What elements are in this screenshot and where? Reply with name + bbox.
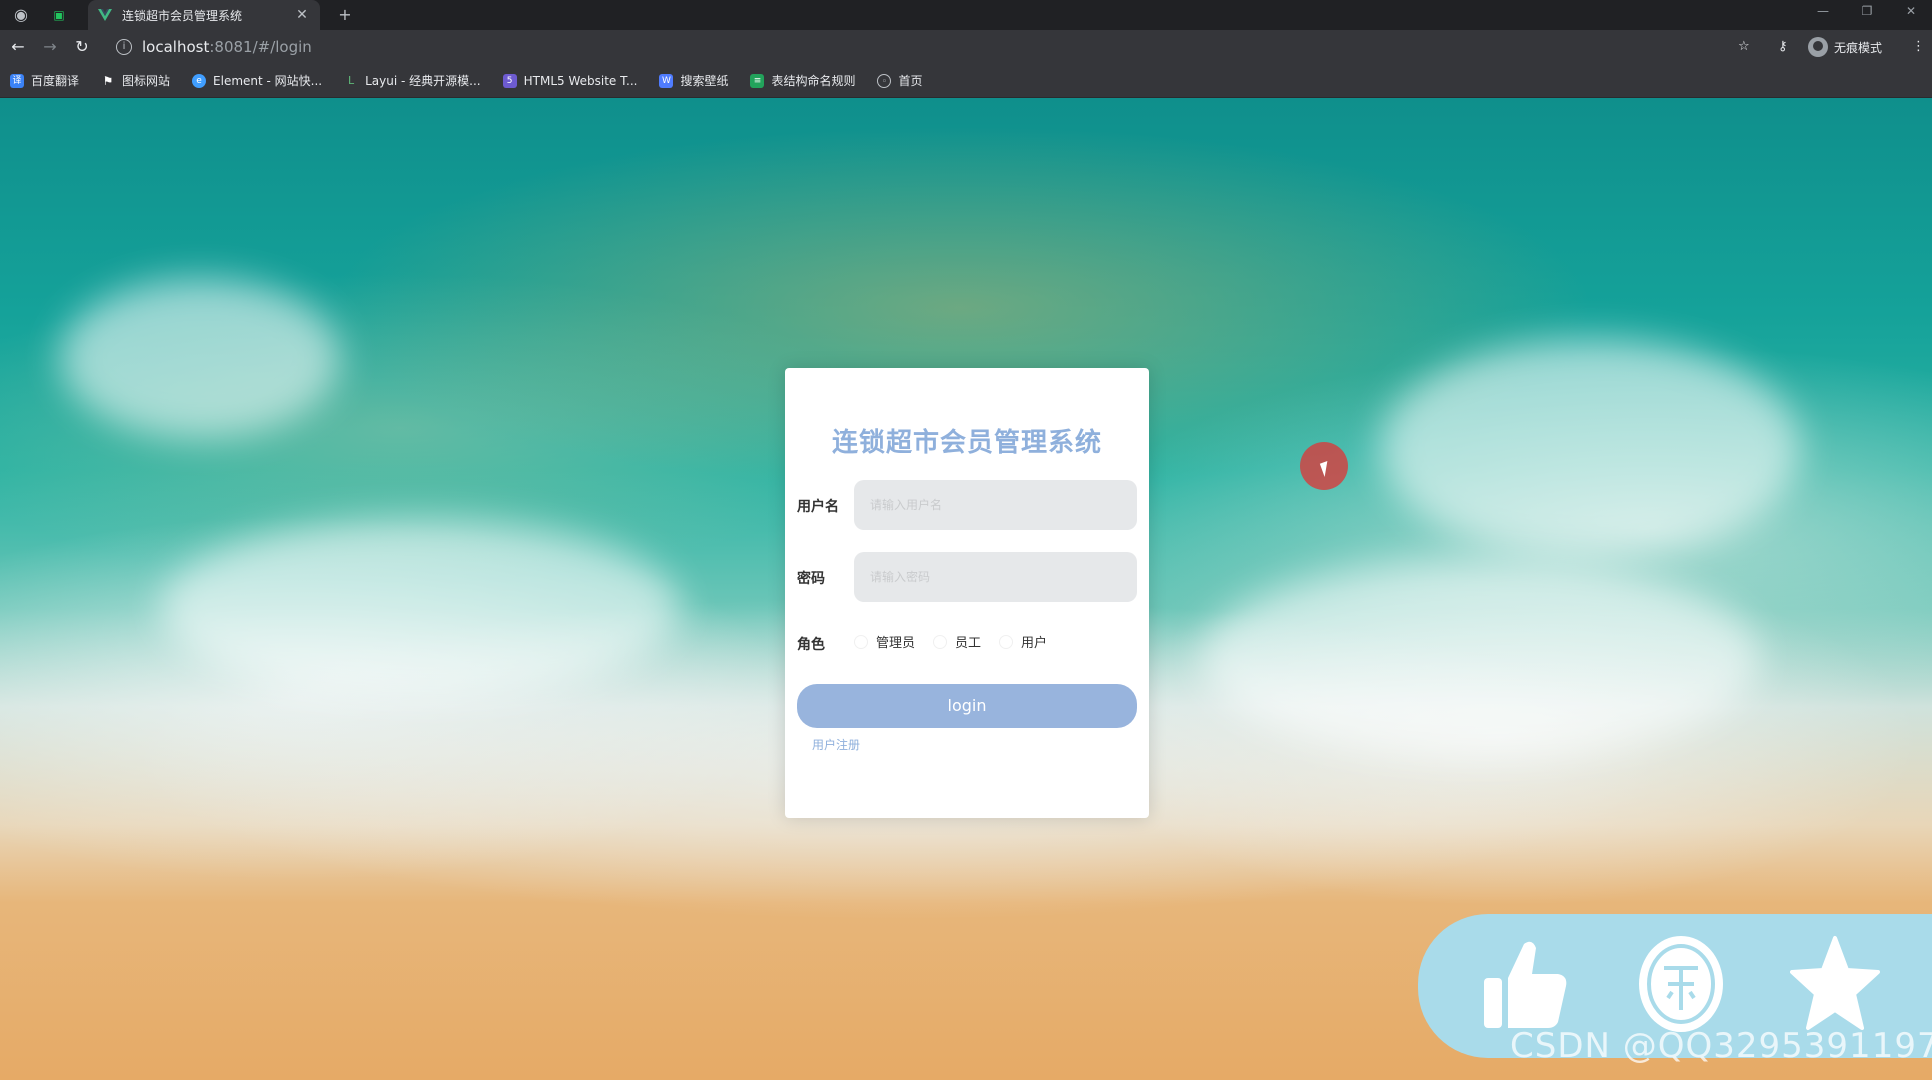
key-icon[interactable]: ⚷	[1778, 37, 1788, 57]
translate-icon: 译	[10, 73, 24, 88]
bookmark-label: Element - 网站快...	[213, 74, 323, 88]
bookmark-label: 百度翻译	[31, 74, 80, 88]
flag-icon: ⚑	[102, 73, 114, 88]
background-foam	[1380, 338, 1800, 558]
login-card: 连锁超市会员管理系统 用户名 密码 角色 管理员 员工 用户 login 用户注…	[785, 368, 1149, 818]
globe-icon: ◦	[877, 73, 892, 88]
browser-toolbar: ← → ↻ i localhost :8081/#/login ☆ ⚷ 无痕模式…	[0, 30, 1932, 64]
url-path: :8081/#/login	[209, 38, 312, 56]
bookmark-label: 首页	[898, 74, 923, 88]
register-link[interactable]: 用户注册	[812, 736, 860, 753]
tab-active[interactable]: 连锁超市会员管理系统 ✕	[88, 0, 320, 30]
background-foam	[60, 278, 340, 438]
forward-icon[interactable]: →	[40, 37, 60, 57]
radio-label: 用户	[1021, 636, 1048, 651]
minimize-icon[interactable]: —	[1808, 0, 1838, 30]
address-bar[interactable]: i localhost :8081/#/login	[108, 34, 1768, 60]
element-icon: e	[192, 73, 207, 88]
password-input[interactable]	[854, 552, 1137, 602]
coin-icon[interactable]	[1636, 934, 1726, 1034]
bookmark-item[interactable]: e Element - 网站快...	[192, 72, 322, 89]
star-icon[interactable]	[1790, 934, 1880, 1034]
bookmark-label: HTML5 Website T...	[523, 73, 638, 88]
background-foam	[160, 518, 680, 698]
role-radio-admin[interactable]: 管理员	[854, 632, 915, 651]
bookmark-label: 表结构命名规则	[771, 74, 856, 88]
site-info-icon[interactable]: i	[116, 39, 132, 55]
close-tab-icon[interactable]: ✕	[294, 7, 310, 23]
radio-circle[interactable]	[933, 634, 948, 649]
sheet-icon: ≡	[750, 73, 765, 88]
incognito-icon	[1808, 37, 1828, 57]
more-menu-icon[interactable]: ⋮	[1912, 37, 1925, 57]
incognito-profile[interactable]: 无痕模式	[1808, 37, 1882, 57]
role-radio-group: 管理员 员工 用户	[854, 632, 1065, 651]
bookmark-star-icon[interactable]: ☆	[1738, 37, 1750, 57]
thumbs-up-icon[interactable]	[1480, 934, 1570, 1034]
back-icon[interactable]: ←	[8, 37, 28, 57]
username-input[interactable]	[854, 480, 1137, 530]
role-radio-user[interactable]: 用户	[999, 632, 1047, 651]
bookmark-label: Layui - 经典开源模...	[365, 74, 481, 88]
bookmark-item[interactable]: 5 HTML5 Website T...	[502, 73, 638, 88]
close-window-icon[interactable]: ✕	[1896, 0, 1926, 30]
radio-label: 员工	[955, 636, 982, 651]
role-radio-staff[interactable]: 员工	[933, 632, 981, 651]
bookmark-item[interactable]: W 搜索壁纸	[659, 72, 728, 89]
background-foam	[1200, 558, 1760, 758]
login-button[interactable]: login	[797, 684, 1137, 728]
html5-icon: 5	[502, 73, 517, 88]
wallpaper-icon: W	[659, 73, 674, 88]
radio-circle[interactable]	[854, 634, 868, 649]
tab-strip: ◉ ▣ 连锁超市会员管理系统 ✕ + — ❐ ✕	[0, 0, 1932, 30]
vue-icon	[98, 8, 112, 22]
username-label: 用户名	[797, 499, 839, 515]
browser-menu-icon[interactable]: ◉	[12, 6, 30, 24]
password-label: 密码	[797, 571, 825, 587]
bookmark-item[interactable]: ⚑ 图标网站	[101, 72, 170, 89]
bookmarks-bar: 译百度翻译 ⚑ 图标网站 e Element - 网站快... L Layui - 经…	[0, 64, 1932, 98]
radio-circle[interactable]	[999, 634, 1014, 649]
bookmark-item[interactable]: 译百度翻译	[10, 72, 79, 89]
bookmark-label: 搜索壁纸	[680, 74, 729, 88]
page-title: 连锁超市会员管理系统	[831, 428, 1102, 458]
radio-label: 管理员	[876, 636, 916, 651]
role-label: 角色	[797, 637, 825, 653]
csdn-watermark: CSDN @QQ3295391197	[1510, 1026, 1932, 1066]
profile-label: 无痕模式	[1834, 40, 1883, 55]
bookmark-item[interactable]: ◦ 首页	[877, 72, 923, 89]
tab-title: 连锁超市会员管理系统	[122, 8, 243, 23]
bookmark-label: 图标网站	[122, 74, 171, 88]
bookmark-item[interactable]: L Layui - 经典开源模...	[344, 72, 481, 89]
bookmark-item[interactable]: ≡ 表结构命名规则	[750, 72, 855, 89]
layui-icon: L	[348, 73, 355, 87]
tab-group-icon[interactable]: ▣	[50, 6, 68, 24]
new-tab-icon[interactable]: +	[336, 6, 354, 24]
url-host: localhost	[142, 38, 210, 56]
reload-icon[interactable]: ↻	[72, 37, 92, 57]
restore-icon[interactable]: ❐	[1852, 0, 1882, 30]
